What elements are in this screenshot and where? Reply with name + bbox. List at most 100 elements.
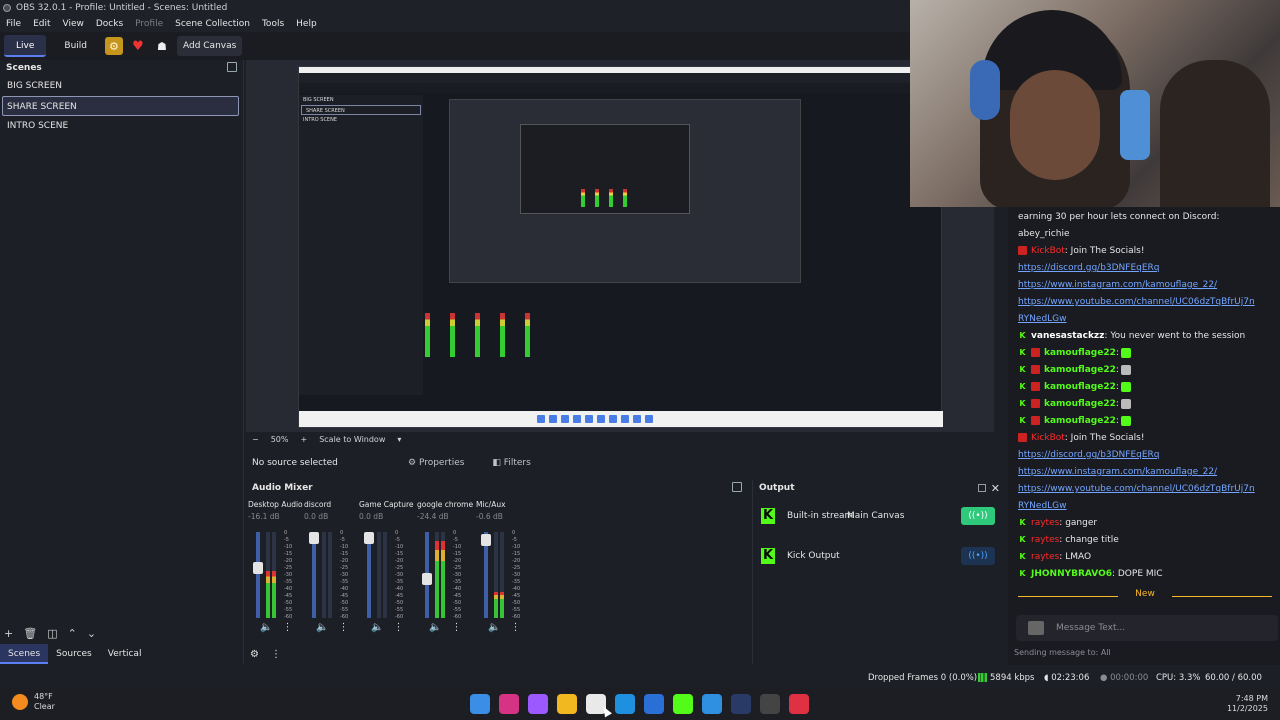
menu-edit[interactable]: Edit — [27, 16, 56, 32]
channel-menu-icon[interactable]: ⋮ — [451, 622, 461, 633]
chat-username[interactable]: kamouflage22 — [1044, 382, 1116, 392]
taskbar-app-icon[interactable] — [528, 694, 548, 714]
chevron-down-icon[interactable]: ▾ — [397, 432, 401, 448]
menu-profile[interactable]: Profile — [129, 16, 169, 32]
menu-scene-collection[interactable]: Scene Collection — [169, 16, 256, 32]
taskbar-app-icon[interactable] — [673, 694, 693, 714]
fader-knob[interactable] — [364, 532, 374, 544]
chat-username[interactable]: KickBot — [1031, 246, 1065, 256]
taskbar-app-icon[interactable] — [760, 694, 780, 714]
chat-link[interactable]: https://discord.gg/b3DNFEqERq — [1018, 263, 1160, 273]
chat-message: earning 30 per hour lets connect on Disc… — [1018, 209, 1270, 226]
speaker-icon[interactable]: 🔈 — [429, 622, 441, 633]
mixer-settings-icon[interactable]: ⚙ — [250, 649, 259, 660]
volume-fader[interactable] — [367, 532, 371, 618]
chat-username[interactable]: kamouflage22 — [1044, 348, 1116, 358]
chat-username[interactable]: raytes — [1031, 518, 1059, 528]
moderator-badge-icon — [1031, 416, 1040, 425]
mask-icon[interactable]: ☗ — [153, 37, 171, 55]
taskbar-app-icon[interactable] — [789, 694, 809, 714]
taskbar-clock[interactable]: 7:48 PM 11/2/2025 — [1227, 694, 1268, 714]
undock-icon[interactable] — [227, 62, 237, 72]
mixer-menu-icon[interactable]: ⋮ — [271, 649, 281, 660]
scale-mode-select[interactable]: Scale to Window — [319, 432, 385, 448]
chat-link[interactable]: https://www.youtube.com/channel/UC06dzTq… — [1018, 297, 1255, 307]
chat-username[interactable]: vanesastackzz — [1031, 331, 1104, 341]
chat-link[interactable]: https://www.instagram.com/kamouflage_22/ — [1018, 467, 1217, 477]
menu-docks[interactable]: Docks — [90, 16, 129, 32]
mixer-channel: google chrome -24.4 dB 0 -5 -10 -15 -20 -25 -30-… — [417, 500, 476, 650]
taskbar-app-icon[interactable] — [644, 694, 664, 714]
speaker-icon[interactable]: 🔈 — [260, 622, 272, 633]
filter-icon[interactable]: ◫ — [47, 627, 57, 640]
menu-tools[interactable]: Tools — [256, 16, 290, 32]
channel-db: -16.1 dB — [248, 512, 280, 521]
speaker-icon[interactable]: 🔈 — [371, 622, 383, 633]
menu-view[interactable]: View — [57, 16, 90, 32]
gear-icon[interactable]: ⚙ — [104, 37, 123, 55]
volume-fader[interactable] — [256, 532, 260, 618]
zoom-in-icon[interactable]: + — [300, 432, 307, 448]
chat-link[interactable]: RYNedLGw — [1018, 314, 1067, 324]
chat-username[interactable]: JHONNYBRAVO6 — [1031, 569, 1112, 579]
chat-username[interactable]: kamouflage22 — [1044, 365, 1116, 375]
weather-widget[interactable]: 48°F Clear — [12, 692, 55, 712]
chat-link[interactable]: https://www.youtube.com/channel/UC06dzTq… — [1018, 484, 1255, 494]
menu-file[interactable]: File — [0, 16, 27, 32]
fader-knob[interactable] — [309, 532, 319, 544]
channel-menu-icon[interactable]: ⋮ — [393, 622, 403, 633]
taskbar-app-icon[interactable] — [499, 694, 519, 714]
scene-item-share-screen[interactable]: SHARE SCREEN — [2, 96, 239, 116]
taskbar-app-icon[interactable] — [615, 694, 635, 714]
chat-link[interactable]: https://discord.gg/b3DNFEqERq — [1018, 450, 1160, 460]
chat-message-input[interactable]: Message Text... — [1016, 615, 1278, 641]
chat-username[interactable]: raytes — [1031, 535, 1059, 545]
preview-canvas[interactable]: BIG SCREEN SHARE SCREEN INTRO SCENE — [246, 60, 994, 432]
build-mode-button[interactable]: Build — [52, 35, 99, 57]
undock-icon[interactable] — [732, 482, 742, 492]
fader-knob[interactable] — [422, 573, 432, 585]
channel-menu-icon[interactable]: ⋮ — [510, 622, 520, 633]
chat-username[interactable]: KickBot — [1031, 433, 1065, 443]
move-down-icon[interactable]: ⌄ — [87, 627, 96, 640]
live-mode-button[interactable]: Live — [4, 35, 47, 57]
taskbar-app-icon[interactable] — [557, 694, 577, 714]
chat-username[interactable]: raytes — [1031, 552, 1059, 562]
volume-fader[interactable] — [312, 532, 316, 618]
speaker-icon[interactable]: 🔈 — [488, 622, 500, 633]
channel-menu-icon[interactable]: ⋮ — [338, 622, 348, 633]
fader-knob[interactable] — [481, 534, 491, 546]
close-icon[interactable]: ✕ — [991, 482, 1000, 495]
scene-item-big-screen[interactable]: BIG SCREEN — [0, 76, 243, 96]
tab-vertical[interactable]: Vertical — [100, 644, 150, 664]
channel-menu-icon[interactable]: ⋮ — [282, 622, 292, 633]
move-up-icon[interactable]: ⌃ — [68, 627, 77, 640]
moderator-badge-icon — [1031, 365, 1040, 374]
broadcast-toggle-icon[interactable]: ((•)) — [961, 507, 995, 525]
trash-icon[interactable]: 🗑 — [23, 627, 37, 640]
properties-button[interactable]: ⚙ Properties — [398, 452, 474, 474]
chat-text: : — [1115, 382, 1119, 392]
chat-link[interactable]: https://www.instagram.com/kamouflage_22/ — [1018, 280, 1217, 290]
broadcast-toggle-icon[interactable]: ((•)) — [961, 547, 995, 565]
filters-button[interactable]: ◧ Filters — [482, 452, 540, 474]
tab-sources[interactable]: Sources — [48, 644, 100, 664]
speaker-icon[interactable]: 🔈 — [316, 622, 328, 633]
nested-menu — [299, 73, 941, 83]
chat-link[interactable]: RYNedLGw — [1018, 501, 1067, 511]
chat-text: earning 30 per hour lets connect on Disc… — [1018, 212, 1220, 222]
chat-username[interactable]: kamouflage22 — [1044, 416, 1116, 426]
taskbar-app-icon[interactable] — [702, 694, 722, 714]
tab-scenes[interactable]: Scenes — [0, 644, 49, 664]
menu-help[interactable]: Help — [290, 16, 323, 32]
undock-icon[interactable] — [978, 484, 986, 492]
scene-item-intro-scene[interactable]: INTRO SCENE — [0, 116, 243, 136]
zoom-out-icon[interactable]: − — [252, 432, 259, 448]
taskbar-app-icon[interactable] — [731, 694, 751, 714]
taskbar-app-icon[interactable] — [470, 694, 490, 714]
heart-icon[interactable]: ♥ — [129, 37, 147, 55]
add-scene-icon[interactable]: + — [4, 627, 13, 640]
add-canvas-button[interactable]: Add Canvas — [176, 36, 243, 56]
chat-username[interactable]: kamouflage22 — [1044, 399, 1116, 409]
fader-knob[interactable] — [253, 562, 263, 574]
